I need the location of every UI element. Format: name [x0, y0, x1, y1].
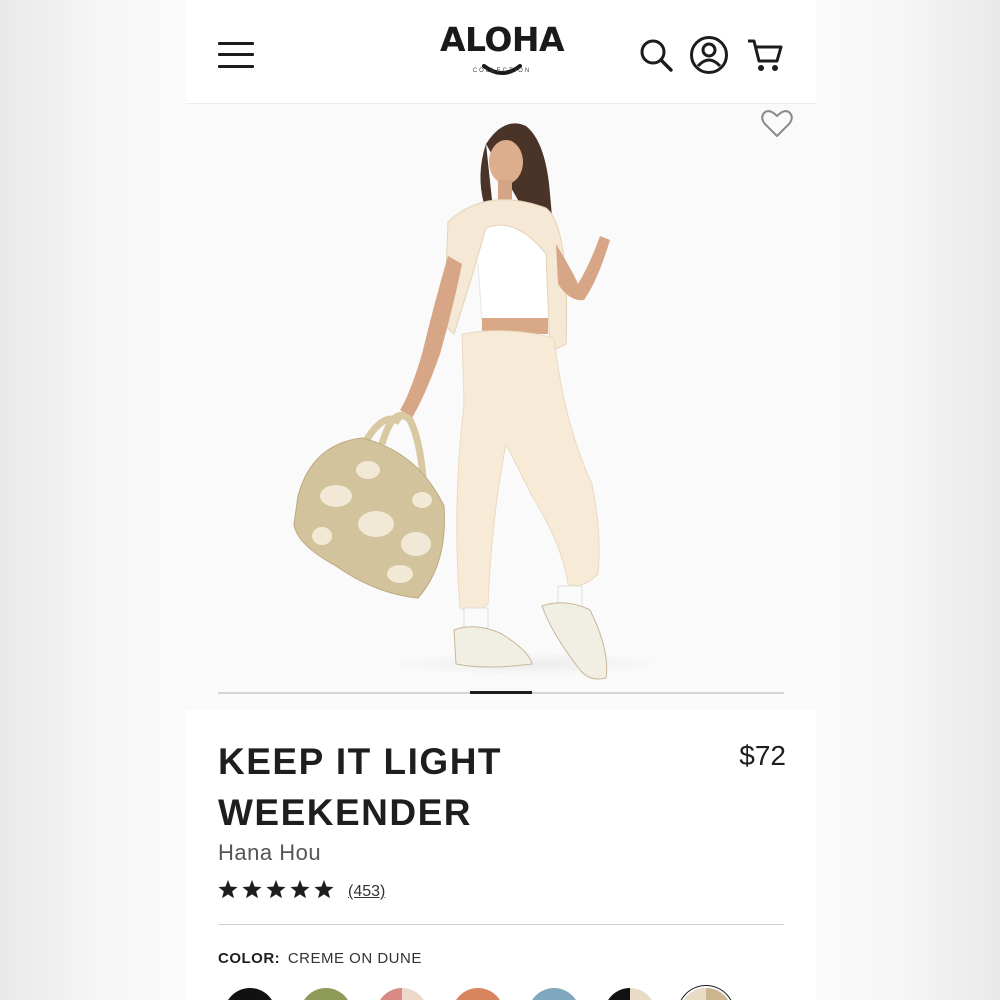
gallery-progress-indicator[interactable] [470, 691, 532, 694]
brand-logo[interactable]: ALOHA COLLECTION [434, 20, 570, 86]
hamburger-menu-icon[interactable] [218, 40, 256, 70]
product-title: KEEP IT LIGHT WEEKENDER [218, 736, 638, 838]
product-photo [293, 123, 666, 680]
star-rating-icon [218, 880, 334, 899]
color-swatch-creme-on-dune[interactable] [680, 988, 732, 1000]
color-swatch-list [218, 988, 784, 1000]
review-count-link[interactable]: (453) [348, 883, 385, 901]
logo-subtext: COLLECTION [472, 68, 532, 74]
product-title-line2: WEEKENDER [218, 792, 473, 833]
search-icon[interactable] [636, 34, 678, 76]
color-swatch-terracotta[interactable] [452, 988, 504, 1000]
site-header: ALOHA COLLECTION [186, 0, 816, 104]
color-selection-label: COLOR: CREME ON DUNE [218, 950, 422, 967]
color-label: COLOR: [218, 950, 281, 967]
logo-wave-icon [482, 64, 522, 75]
phone-viewport: ALOHA COLLECTION KEEP IT LIGHT WEEKENDER… [186, 0, 816, 1000]
section-divider [218, 924, 784, 925]
color-swatch-olive[interactable] [300, 988, 352, 1000]
cart-icon[interactable] [744, 34, 786, 76]
color-value: CREME ON DUNE [287, 950, 422, 967]
product-title-line1: KEEP IT LIGHT [218, 741, 503, 782]
color-swatch-blue[interactable] [528, 988, 580, 1000]
product-price: $72 [739, 740, 786, 771]
account-icon[interactable] [688, 34, 730, 76]
color-swatch-black-cream[interactable] [604, 988, 656, 1000]
color-swatch-black[interactable] [224, 988, 276, 1000]
color-swatch-pink-cream[interactable] [376, 988, 428, 1000]
product-brand: Hana Hou [218, 840, 322, 865]
product-image-gallery[interactable] [186, 104, 816, 710]
heart-icon[interactable] [760, 108, 794, 140]
